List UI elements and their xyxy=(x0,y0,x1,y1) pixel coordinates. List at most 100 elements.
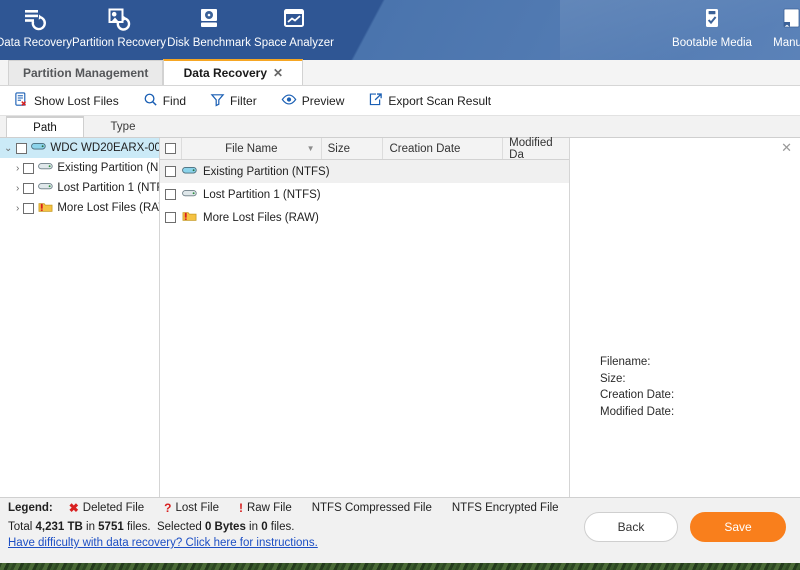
export-icon xyxy=(368,92,383,110)
tree-node-label: Lost Partition 1 (NTFS) xyxy=(57,182,159,194)
partition-icon xyxy=(182,188,197,202)
filter-button[interactable]: Filter xyxy=(210,92,257,110)
data-recovery-icon xyxy=(21,4,47,34)
row-checkbox[interactable] xyxy=(165,189,176,200)
body-region: ⌄ WDC WD20EARX-00PAS... › xyxy=(0,136,800,499)
app-header: Data Recovery Partition Recovery Disk Be… xyxy=(0,0,800,60)
row-checkbox[interactable] xyxy=(165,166,176,177)
tab-label: Data Recovery xyxy=(183,66,268,80)
tree-node-checkbox[interactable] xyxy=(16,142,28,154)
find-button[interactable]: Find xyxy=(143,92,186,110)
tab-data-recovery[interactable]: Data Recovery ✕ xyxy=(163,59,304,85)
total-suffix: files. xyxy=(123,521,151,533)
column-label: Modified Da xyxy=(509,136,553,161)
select-all-checkbox[interactable] xyxy=(164,143,176,154)
close-icon[interactable]: ✕ xyxy=(273,67,283,79)
tree-node-disk[interactable]: ⌄ WDC WD20EARX-00PAS... xyxy=(0,138,159,158)
table-row[interactable]: Existing Partition (NTFS) xyxy=(160,160,569,183)
tree-node-checkbox[interactable] xyxy=(23,202,35,214)
chevron-right-icon[interactable]: › xyxy=(16,163,19,174)
legend-item-ntfs-compressed-file: NTFS Compressed File xyxy=(312,502,432,514)
status-bar: Legend: ✖ Deleted File ? Lost File ! Raw… xyxy=(0,497,800,563)
toolbar-label: Find xyxy=(162,93,187,108)
toolbar-label: Preview xyxy=(301,93,345,108)
chevron-down-icon[interactable]: ⌄ xyxy=(4,143,12,154)
column-modified-date[interactable]: Modified Da xyxy=(503,136,569,161)
save-button[interactable]: Save xyxy=(690,512,786,542)
header-item-data-recovery[interactable]: Data Recovery xyxy=(0,4,82,56)
header-nav: Data Recovery Partition Recovery Disk Be… xyxy=(0,0,800,60)
total-size: 4,231 TB xyxy=(35,521,83,533)
subtab-path[interactable]: Path xyxy=(6,116,84,137)
tree-node-checkbox[interactable] xyxy=(23,182,35,194)
header-item-disk-benchmark[interactable]: Disk Benchmark xyxy=(161,4,257,56)
eye-icon xyxy=(281,92,297,110)
legend-label: Lost File xyxy=(175,502,219,514)
raw-folder-icon xyxy=(38,201,53,216)
total-mid: in xyxy=(82,521,99,533)
column-label: File Name xyxy=(225,142,278,155)
toolbar-label: Filter xyxy=(230,93,257,108)
header-item-label: Manual xyxy=(773,37,800,49)
deleted-file-icon: ✖ xyxy=(68,501,79,515)
legend-title: Legend: xyxy=(8,502,53,514)
row-file-name: Existing Partition (NTFS) xyxy=(203,165,330,178)
header-item-label: Disk Benchmark xyxy=(167,37,251,49)
header-item-label: Data Recovery xyxy=(0,37,73,49)
preview-field-creation-date: Creation Date: xyxy=(600,389,675,401)
column-size[interactable]: Size xyxy=(322,138,384,159)
legend-item-deleted-file: ✖ Deleted File xyxy=(69,501,144,515)
legend-label: NTFS Compressed File xyxy=(311,502,432,514)
manual-icon xyxy=(779,4,800,34)
tab-partition-management[interactable]: Partition Management xyxy=(8,60,164,85)
column-creation-date[interactable]: Creation Date xyxy=(383,138,504,159)
chevron-right-icon[interactable]: › xyxy=(16,183,19,194)
tab-label: Partition Management xyxy=(23,66,149,80)
preview-field-size: Size: xyxy=(600,372,626,385)
tree-node-label: WDC WD20EARX-00PAS... xyxy=(50,142,159,154)
tree-node-more-lost-files[interactable]: › More Lost Files (RAW) xyxy=(0,198,159,218)
file-list-pane: File Name ▼ Size Creation Date Modified … xyxy=(160,136,570,499)
header-item-partition-recovery[interactable]: Partition Recovery xyxy=(71,4,167,56)
tree-node-existing-partition[interactable]: › Existing Partition (N... xyxy=(0,158,159,178)
sort-descending-icon[interactable]: ▼ xyxy=(307,144,315,153)
row-file-name: Lost Partition 1 (NTFS) xyxy=(203,188,321,201)
legend-item-ntfs-encrypted-file: NTFS Encrypted File xyxy=(452,502,559,514)
close-icon[interactable]: ✕ xyxy=(781,140,792,156)
application-window: Data Recovery Partition Recovery Disk Be… xyxy=(0,0,800,563)
row-checkbox[interactable] xyxy=(165,212,176,223)
partition-recovery-icon xyxy=(106,4,132,34)
action-toolbar: Show Lost Files Find Filter Preview Expo… xyxy=(0,86,800,116)
sub-tab-strip: Path Type xyxy=(0,116,800,138)
lost-file-icon: ? xyxy=(164,501,172,515)
partition-icon xyxy=(182,165,197,179)
selected-suffix: files. xyxy=(267,521,295,533)
raw-file-icon: ! xyxy=(238,501,243,515)
save-button-label: Save xyxy=(724,520,752,534)
tree-node-lost-partition-1[interactable]: › Lost Partition 1 (NTFS) xyxy=(0,178,159,198)
disk-benchmark-icon xyxy=(196,4,222,34)
selected-size: 0 Bytes xyxy=(204,521,246,533)
export-scan-result-button[interactable]: Export Scan Result xyxy=(368,92,491,110)
table-row[interactable]: Lost Partition 1 (NTFS) xyxy=(160,183,569,206)
preview-field-filename: Filename: xyxy=(600,356,651,368)
legend-label: Raw File xyxy=(246,502,292,514)
tree-node-checkbox[interactable] xyxy=(23,162,35,174)
subtab-type[interactable]: Type xyxy=(84,116,162,137)
toolbar-label: Show Lost Files xyxy=(34,93,119,108)
table-row[interactable]: More Lost Files (RAW) xyxy=(160,206,569,229)
chevron-right-icon[interactable]: › xyxy=(16,203,19,214)
show-lost-files-button[interactable]: Show Lost Files xyxy=(14,91,119,110)
column-label: Creation Date xyxy=(389,142,461,155)
total-files: 5751 xyxy=(98,521,124,533)
filter-icon xyxy=(210,92,225,110)
select-all-column[interactable] xyxy=(160,138,182,159)
header-item-manual[interactable]: Manual xyxy=(744,4,800,56)
column-file-name[interactable]: File Name ▼ xyxy=(182,138,322,159)
legend-item-lost-file: ? Lost File xyxy=(164,501,219,515)
file-list-body: Existing Partition (NTFS) Lost Partition… xyxy=(160,160,569,229)
back-button[interactable]: Back xyxy=(584,512,678,542)
subtab-label: Path xyxy=(33,121,57,134)
header-item-space-analyzer[interactable]: Space Analyzer xyxy=(246,4,342,56)
preview-button[interactable]: Preview xyxy=(281,92,345,110)
